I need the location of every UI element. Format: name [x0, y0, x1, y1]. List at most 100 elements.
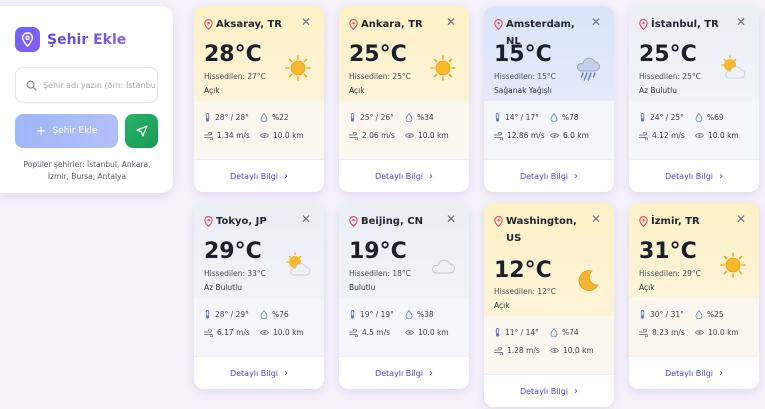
- feels-like: Hissedilen: 25°C: [349, 72, 411, 81]
- wind-speed: 4.12 m/s: [639, 131, 685, 140]
- add-city-panel: Şehir Ekle + Şehir Ekle Popüler şehirler…: [0, 6, 173, 193]
- add-city-button[interactable]: + Şehir Ekle: [15, 114, 118, 148]
- weather-card: Washington, US ✕ 12°C Hissedilen: 12°C A…: [484, 203, 614, 407]
- visibility-icon: [550, 133, 559, 138]
- min-max-temp: 25° / 26°: [349, 113, 394, 122]
- remove-city-button[interactable]: ✕: [591, 15, 601, 29]
- weather-card: Ankara, TR ✕ 25°C Hissedilen: 25°C Açık …: [339, 6, 469, 192]
- weather-card-header: Ankara, TR ✕ 25°C Hissedilen: 25°C Açık: [339, 6, 469, 101]
- temperature: 15°C: [494, 42, 552, 67]
- current-location-button[interactable]: [125, 114, 158, 148]
- location-pin-icon: [349, 216, 358, 227]
- details-button[interactable]: Detaylı Bilgi ›: [484, 374, 614, 407]
- thermometer-icon: [350, 310, 355, 319]
- details-button-label: Detaylı Bilgi: [374, 368, 424, 378]
- visibility: 10.0 km: [695, 131, 739, 140]
- city-label: Washington, US: [506, 216, 577, 244]
- sun-icon: [284, 54, 312, 82]
- min-max-temp: 11° / 14°: [494, 328, 539, 337]
- remove-city-button[interactable]: ✕: [736, 15, 746, 29]
- chevron-right-icon: ›: [284, 367, 289, 379]
- weather-card: Amsterdam, NL ✕ 15°C Hissedilen: 15°C Sa…: [484, 6, 614, 192]
- chevron-right-icon: ›: [284, 170, 289, 182]
- visibility: 10.0 km: [695, 328, 739, 337]
- humidity: %69: [695, 113, 724, 122]
- weather-description: Az Bulutlu: [639, 86, 677, 95]
- visibility-icon: [260, 133, 269, 138]
- chevron-right-icon: ›: [574, 170, 579, 182]
- location-pin-icon: [494, 19, 503, 30]
- weather-stats: 28° / 28° %22 1.34 m/s 10.0 km: [194, 101, 324, 159]
- temperature: 12°C: [494, 258, 552, 283]
- details-button-label: Detaylı Bilgi: [229, 171, 279, 181]
- details-button[interactable]: Detaylı Bilgi ›: [194, 356, 324, 389]
- remove-city-button[interactable]: ✕: [446, 15, 456, 29]
- city-label: Aksaray, TR: [216, 19, 283, 30]
- temperature: 29°C: [204, 239, 262, 264]
- city-name: İzmir, TR: [639, 213, 733, 230]
- sun-icon: [429, 54, 457, 82]
- city-name: Aksaray, TR: [204, 16, 298, 33]
- weather-card-header: İzmir, TR ✕ 31°C Hissedilen: 29°C Açık: [629, 203, 759, 298]
- remove-city-button[interactable]: ✕: [736, 212, 746, 226]
- humidity-icon: [260, 310, 268, 319]
- city-search-input[interactable]: [43, 80, 155, 90]
- sun-icon: [719, 251, 747, 279]
- cloud-icon: [429, 251, 457, 279]
- details-button[interactable]: Detaylı Bilgi ›: [339, 159, 469, 192]
- wind-speed: 4.5 m/s: [349, 328, 390, 337]
- partly-cloudy-icon: [719, 54, 747, 82]
- details-button-label: Detaylı Bilgi: [664, 368, 714, 378]
- remove-city-button[interactable]: ✕: [301, 212, 311, 226]
- feels-like: Hissedilen: 12°C: [494, 287, 556, 296]
- city-label: Tokyo, JP: [216, 216, 267, 227]
- weather-card-header: Tokyo, JP ✕ 29°C Hissedilen: 33°C Az Bul…: [194, 203, 324, 298]
- remove-city-button[interactable]: ✕: [301, 15, 311, 29]
- location-pin-icon: [639, 19, 648, 30]
- weather-card-header: Amsterdam, NL ✕ 15°C Hissedilen: 15°C Sa…: [484, 6, 614, 101]
- thermometer-icon: [350, 113, 355, 122]
- panel-header: Şehir Ekle: [15, 27, 126, 52]
- visibility: 10.0 km: [550, 346, 594, 355]
- min-max-temp: 14° / 17°: [494, 113, 539, 122]
- details-button[interactable]: Detaylı Bilgi ›: [484, 159, 614, 192]
- city-label: İzmir, TR: [651, 216, 700, 227]
- wind-icon: [494, 346, 503, 355]
- humidity: %25: [695, 310, 724, 319]
- wind-speed: 6.17 m/s: [204, 328, 250, 337]
- wind-icon: [639, 328, 648, 337]
- city-name: İstanbul, TR: [639, 16, 733, 33]
- details-button[interactable]: Detaylı Bilgi ›: [339, 356, 469, 389]
- remove-city-button[interactable]: ✕: [591, 212, 601, 226]
- thermometer-icon: [205, 310, 210, 319]
- city-name: Washington, US: [494, 213, 588, 247]
- wind-speed: 1.28 m/s: [494, 346, 540, 355]
- chevron-right-icon: ›: [719, 170, 724, 182]
- humidity-icon: [550, 328, 558, 337]
- weather-card-header: Beijing, CN ✕ 19°C Hissedilen: 18°C Bulu…: [339, 203, 469, 298]
- humidity-icon: [550, 113, 558, 122]
- weather-stats: 25° / 26° %34 2.06 m/s 10.0 km: [339, 101, 469, 159]
- temperature: 28°C: [204, 42, 262, 67]
- feels-like: Hissedilen: 29°C: [639, 269, 701, 278]
- humidity-icon: [260, 113, 268, 122]
- wind-icon: [204, 328, 213, 337]
- weather-description: Sağanak Yağışlı: [494, 86, 552, 95]
- details-button-label: Detaylı Bilgi: [519, 386, 569, 396]
- rain-cloud-icon: [574, 54, 602, 82]
- humidity: %74: [550, 328, 579, 337]
- weather-card-header: Washington, US ✕ 12°C Hissedilen: 12°C A…: [484, 203, 614, 316]
- humidity-icon: [405, 113, 413, 122]
- min-max-temp: 24° / 25°: [639, 113, 684, 122]
- details-button[interactable]: Detaylı Bilgi ›: [629, 159, 759, 192]
- visibility-icon: [405, 133, 414, 138]
- remove-city-button[interactable]: ✕: [446, 212, 456, 226]
- details-button[interactable]: Detaylı Bilgi ›: [629, 356, 759, 389]
- min-max-temp: 28° / 29°: [204, 310, 249, 319]
- humidity: %22: [260, 113, 289, 122]
- details-button[interactable]: Detaylı Bilgi ›: [194, 159, 324, 192]
- temperature: 25°C: [639, 42, 697, 67]
- feels-like: Hissedilen: 27°C: [204, 72, 266, 81]
- city-search-field[interactable]: [15, 67, 158, 103]
- city-label: Beijing, CN: [361, 216, 423, 227]
